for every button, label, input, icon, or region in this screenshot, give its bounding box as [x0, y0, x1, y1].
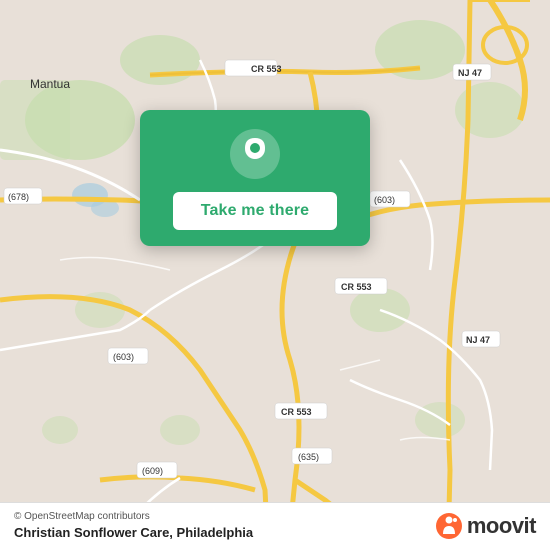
svg-text:NJ 47: NJ 47 [466, 335, 490, 345]
svg-text:(678): (678) [8, 192, 29, 202]
svg-text:CR 553: CR 553 [251, 64, 282, 74]
svg-text:(609): (609) [142, 466, 163, 476]
moovit-brand-name: moovit [467, 513, 536, 539]
svg-text:CR 553: CR 553 [281, 407, 312, 417]
svg-text:CR 553: CR 553 [341, 282, 372, 292]
bottom-left-info: © OpenStreetMap contributors Christian S… [14, 511, 253, 540]
map-container: CR 553 NJ 47 (678) (603) CR 553 (603) NJ… [0, 0, 550, 550]
location-name: Christian Sonflower Care, Philadelphia [14, 525, 253, 540]
svg-text:Mantua: Mantua [30, 77, 70, 91]
svg-text:(603): (603) [374, 195, 395, 205]
moovit-logo: moovit [435, 512, 536, 540]
popup-card: Take me there [140, 110, 370, 246]
svg-text:NJ 47: NJ 47 [458, 68, 482, 78]
map-background: CR 553 NJ 47 (678) (603) CR 553 (603) NJ… [0, 0, 550, 550]
moovit-brand-icon [435, 512, 463, 540]
bottom-bar: © OpenStreetMap contributors Christian S… [0, 502, 550, 550]
svg-text:(635): (635) [298, 452, 319, 462]
osm-credit: © OpenStreetMap contributors [14, 511, 253, 522]
svg-text:(603): (603) [113, 352, 134, 362]
take-me-there-button[interactable]: Take me there [173, 192, 338, 230]
location-pin-icon [229, 128, 281, 180]
